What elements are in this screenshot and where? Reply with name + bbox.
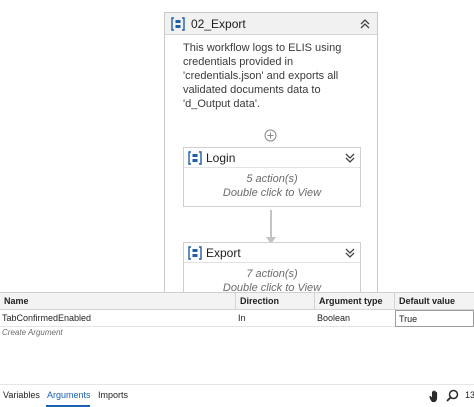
zoom-icon[interactable] bbox=[446, 389, 459, 402]
designer-canvas[interactable]: 02_Export This workflow logs to ELIS usi… bbox=[0, 0, 474, 292]
tab-imports[interactable]: Imports bbox=[98, 390, 128, 400]
sequence-icon bbox=[188, 246, 202, 260]
activity-export[interactable]: Export 7 action(s) Double click to View bbox=[183, 242, 361, 292]
hand-pan-icon[interactable] bbox=[428, 389, 442, 403]
column-header-default-value[interactable]: Default value bbox=[395, 293, 474, 310]
bottom-tab-bar: Variables Arguments Imports 13 bbox=[0, 384, 474, 407]
chevron-double-down-icon[interactable] bbox=[344, 247, 356, 259]
sequence-icon bbox=[188, 151, 202, 165]
column-header-argument-type[interactable]: Argument type bbox=[315, 293, 395, 310]
tab-arguments[interactable]: Arguments bbox=[47, 390, 91, 400]
zoom-level[interactable]: 13 bbox=[465, 390, 474, 400]
activity-login[interactable]: Login 5 action(s) Double click to View bbox=[183, 147, 361, 207]
arguments-panel: Name Direction Argument type Default val… bbox=[0, 292, 474, 384]
activity-summary: 5 action(s) bbox=[246, 173, 298, 185]
column-header-name[interactable]: Name bbox=[0, 293, 236, 310]
arguments-grid-header: Name Direction Argument type Default val… bbox=[0, 293, 474, 310]
activity-export-header[interactable]: Export bbox=[184, 243, 360, 263]
argument-name-cell[interactable]: TabConfirmedEnabled bbox=[0, 310, 236, 327]
tab-variables[interactable]: Variables bbox=[3, 390, 40, 400]
add-circle-icon[interactable] bbox=[264, 129, 277, 142]
activity-collapsed-body[interactable]: 7 action(s) Double click to View bbox=[184, 267, 360, 292]
activity-collapsed-body[interactable]: 5 action(s) Double click to View bbox=[184, 172, 360, 200]
activity-hint: Double click to View bbox=[222, 187, 322, 199]
sequence-02-export[interactable]: 02_Export This workflow logs to ELIS usi… bbox=[164, 12, 378, 292]
activity-summary: 7 action(s) bbox=[246, 268, 298, 280]
argument-direction-cell[interactable]: In bbox=[236, 310, 315, 327]
column-header-direction[interactable]: Direction bbox=[236, 293, 315, 310]
activity-title: Export bbox=[206, 246, 241, 260]
argument-type-cell[interactable]: Boolean bbox=[315, 310, 395, 327]
activity-hint: Double click to View bbox=[222, 282, 322, 292]
sequence-icon bbox=[171, 17, 185, 31]
activity-login-header[interactable]: Login bbox=[184, 148, 360, 168]
chevron-double-down-icon[interactable] bbox=[344, 152, 356, 164]
argument-default-value-input[interactable]: True bbox=[395, 310, 474, 327]
sequence-annotation[interactable]: This workflow logs to ELIS using credent… bbox=[183, 41, 367, 111]
chevron-double-up-icon[interactable] bbox=[359, 18, 371, 30]
create-argument-link[interactable]: Create Argument bbox=[2, 328, 63, 337]
sequence-header[interactable]: 02_Export bbox=[165, 13, 377, 35]
sequence-title: 02_Export bbox=[191, 17, 246, 31]
activity-title: Login bbox=[206, 151, 236, 165]
table-row[interactable]: TabConfirmedEnabled In Boolean True bbox=[0, 310, 474, 327]
